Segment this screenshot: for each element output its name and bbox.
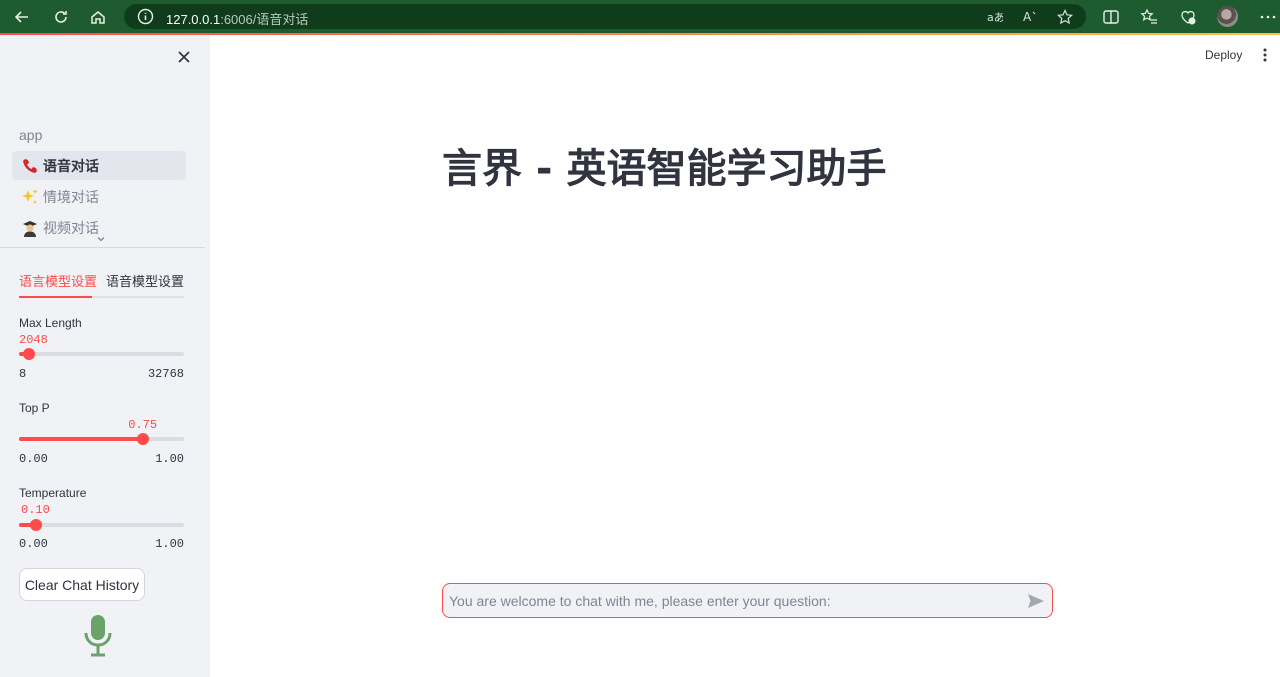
slider-label-top-p: Top P	[19, 401, 50, 415]
refresh-icon[interactable]	[50, 6, 72, 28]
tab-active-underline	[19, 296, 92, 298]
slider-min-temperature: 0.00	[19, 537, 48, 551]
tab-language-model-settings[interactable]: 语言模型设置	[19, 271, 97, 290]
close-icon[interactable]	[175, 48, 193, 66]
sidebar: app 语音对话 情境对话 视频对话 语言模型设置 语音模型设置 Max Len…	[0, 35, 210, 677]
favorite-star-icon[interactable]	[1057, 9, 1073, 25]
home-icon[interactable]	[87, 6, 109, 28]
favorites-icon[interactable]	[1140, 8, 1158, 26]
sidebar-item-scenario-chat[interactable]: 情境对话	[12, 182, 186, 211]
split-screen-icon[interactable]	[1102, 8, 1120, 26]
chat-input-container	[442, 583, 1053, 618]
slider-thumb[interactable]	[23, 348, 36, 360]
slider-value-top-p: 0.75	[128, 418, 158, 432]
slider-label-temperature: Temperature	[19, 486, 87, 500]
sidebar-divider	[0, 247, 205, 248]
slider-top-p[interactable]	[19, 433, 184, 445]
tab-voice-model-settings[interactable]: 语音模型设置	[106, 271, 184, 290]
browser-essentials-icon[interactable]	[1179, 8, 1197, 26]
chevron-down-icon[interactable]	[96, 234, 106, 244]
slider-max-length[interactable]	[19, 348, 184, 360]
slider-max-temperature: 1.00	[155, 537, 184, 551]
slider-temperature[interactable]	[19, 519, 184, 531]
sidebar-item-label: 情境对话	[43, 188, 99, 205]
send-icon[interactable]	[1027, 593, 1045, 609]
slider-max-top-p: 1.00	[155, 452, 184, 466]
slider-min-top-p: 0.00	[19, 452, 48, 466]
slider-min-max-length: 8	[19, 367, 27, 381]
nav-header: app	[19, 127, 43, 143]
sidebar-item-label: 语音对话	[43, 157, 99, 174]
address-bar[interactable]: 127.0.0.1:6006/语音对话 aあ A	[124, 4, 1086, 29]
chat-input[interactable]	[449, 584, 1009, 617]
page-title: 言界 - 英语智能学习助手	[442, 146, 887, 192]
slider-value-temperature: 0.10	[21, 503, 50, 517]
url-text: 127.0.0.1:6006/语音对话	[166, 9, 308, 28]
slider-max-max-length: 32768	[147, 367, 184, 381]
svg-text:aあ: aあ	[987, 11, 1003, 24]
sidebar-item-voice-chat[interactable]: 语音对话	[12, 151, 186, 180]
microphone-icon[interactable]	[82, 613, 114, 659]
clear-chat-history-button[interactable]: Clear Chat History	[19, 568, 145, 601]
svg-text:A: A	[1023, 10, 1032, 24]
slider-thumb[interactable]	[136, 433, 149, 445]
sidebar-item-label: 视频对话	[43, 219, 99, 236]
info-icon[interactable]	[137, 8, 154, 25]
slider-thumb[interactable]	[29, 519, 42, 531]
deploy-button[interactable]: Deploy	[1205, 48, 1242, 62]
read-aloud-icon[interactable]: A	[1022, 9, 1038, 25]
back-icon[interactable]	[11, 6, 33, 28]
phone-icon	[21, 157, 39, 175]
main-menu-icon[interactable]	[1262, 47, 1268, 63]
browser-toolbar: 127.0.0.1:6006/语音对话 aあ A	[0, 0, 1280, 33]
url-host: 127.0.0.1	[166, 12, 221, 27]
sparkles-icon	[21, 188, 39, 206]
translate-icon[interactable]: aあ	[987, 9, 1003, 25]
more-options-icon[interactable]	[1259, 8, 1277, 26]
student-icon	[21, 219, 39, 237]
slider-label-max-length: Max Length	[19, 316, 82, 330]
profile-avatar[interactable]	[1217, 6, 1238, 27]
slider-fill	[19, 437, 143, 441]
slider-value-max-length: 2048	[19, 333, 48, 347]
url-path: :6006/语音对话	[220, 12, 309, 27]
